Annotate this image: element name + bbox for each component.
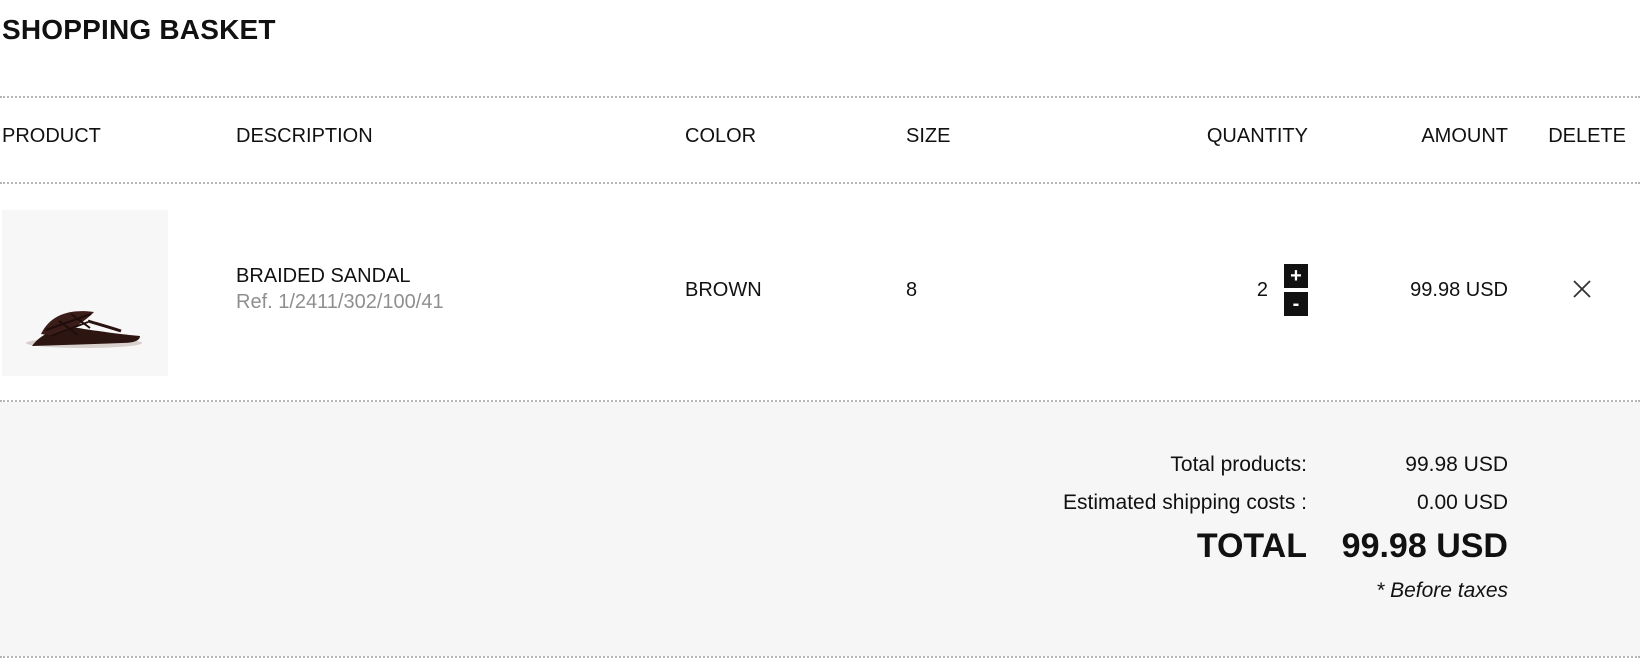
header-color: COLOR xyxy=(685,125,757,147)
total-label: TOTAL xyxy=(1196,527,1307,565)
product-color: BROWN xyxy=(685,279,762,301)
page-title: SHOPPING BASKET xyxy=(2,14,276,45)
product-size: 8 xyxy=(906,279,918,301)
order-summary: Total products: 99.98 USD Estimated ship… xyxy=(0,402,1640,656)
sandal-image xyxy=(26,311,142,348)
total-value: 99.98 USD xyxy=(1341,527,1508,565)
header-description: DESCRIPTION xyxy=(236,125,373,147)
header-size: SIZE xyxy=(906,125,951,147)
product-name: BRAIDED SANDAL xyxy=(236,265,411,287)
header-delete: DELETE xyxy=(1548,125,1626,147)
table-row: BRAIDED SANDAL Ref. 1/2411/302/100/41 BR… xyxy=(0,180,1640,398)
table-header: PRODUCT DESCRIPTION COLOR SIZE QUANTITY … xyxy=(0,96,1640,176)
taxes-note: * Before taxes xyxy=(1376,579,1508,602)
decrease-quantity-button[interactable]: - xyxy=(1284,292,1308,316)
divider xyxy=(0,656,1640,658)
product-ref: Ref. 1/2411/302/100/41 xyxy=(236,291,444,313)
quantity-value: 2 xyxy=(1256,279,1268,301)
line-amount: 99.98 USD xyxy=(1410,279,1508,301)
header-quantity: QUANTITY xyxy=(1206,125,1308,147)
header-amount: AMOUNT xyxy=(1421,125,1508,147)
total-products-value: 99.98 USD xyxy=(1405,453,1508,476)
shipping-value: 0.00 USD xyxy=(1416,491,1508,514)
total-products-label: Total products: xyxy=(1170,453,1307,476)
product-thumbnail[interactable] xyxy=(2,210,168,376)
shipping-label: Estimated shipping costs : xyxy=(1063,491,1307,514)
header-product: PRODUCT xyxy=(2,125,101,147)
close-icon[interactable] xyxy=(1571,278,1593,300)
increase-quantity-button[interactable]: + xyxy=(1284,264,1308,288)
